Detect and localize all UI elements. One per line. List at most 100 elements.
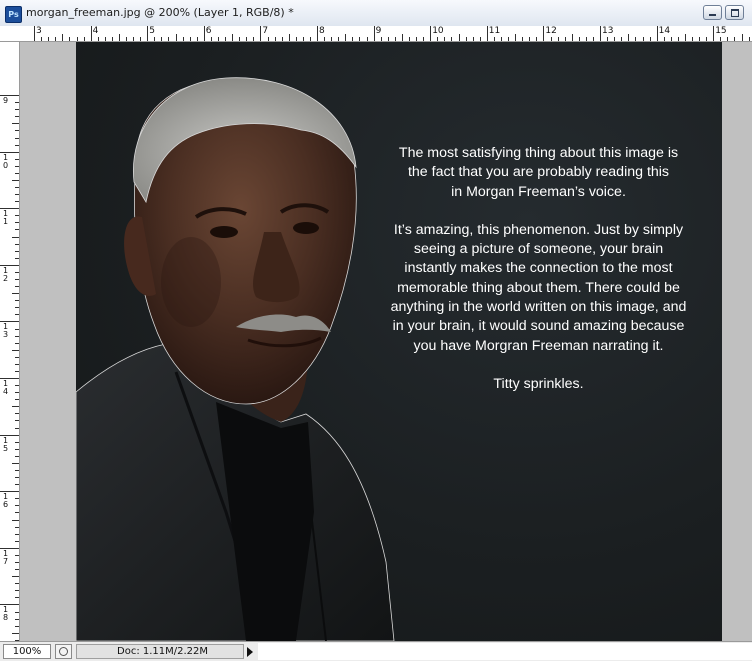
ruler-label: 12	[545, 26, 557, 36]
caption-line: anything in the world written on this im…	[390, 299, 687, 316]
horizontal-ruler[interactable]: 3 4 5 6 7 8 9 10 11 12 13 14 15	[0, 26, 752, 42]
ruler-label: 16	[3, 492, 9, 510]
ruler-tick	[48, 37, 50, 41]
ruler-tick	[69, 37, 71, 41]
ruler-tick	[309, 37, 311, 41]
ruler-label: 15	[3, 435, 9, 453]
ruler-tick	[401, 34, 403, 41]
ruler-tick	[550, 37, 552, 41]
ruler-tick	[536, 37, 538, 41]
ruler-tick	[15, 448, 19, 450]
ruler-tick	[15, 158, 19, 160]
ruler-tick	[416, 37, 418, 41]
ruler-tick	[34, 26, 35, 41]
ruler-label: 11	[488, 26, 501, 36]
ruler-tick	[458, 34, 460, 41]
minimize-icon[interactable]	[703, 5, 722, 20]
ruler-tick	[684, 34, 686, 41]
ruler-tick	[15, 229, 19, 231]
ruler-tick	[15, 130, 19, 132]
ruler-tick	[83, 37, 85, 41]
ruler-tick	[15, 109, 19, 111]
maximize-icon[interactable]	[725, 5, 744, 20]
ruler-tick	[621, 37, 623, 41]
document-size-info: Doc: 1.11M/2.22M	[76, 644, 244, 659]
ruler-tick	[727, 37, 729, 41]
ruler-tick	[175, 34, 177, 41]
ruler-label: 13	[3, 322, 9, 340]
ruler-tick	[338, 37, 340, 41]
ruler-tick	[147, 26, 149, 41]
ruler-tick	[642, 37, 644, 41]
ruler-tick	[15, 562, 19, 563]
ruler-tick	[529, 37, 531, 41]
ruler-tick	[15, 201, 19, 203]
ruler-tick	[522, 37, 524, 41]
vertical-ruler[interactable]: 9 10 11 12 13 14 15 16 17 18	[0, 42, 20, 641]
ruler-tick	[210, 37, 212, 41]
ruler-tick	[465, 37, 467, 41]
ruler-tick	[706, 37, 708, 41]
ruler-tick	[274, 37, 276, 41]
ruler-tick	[15, 625, 19, 627]
ruler-tick	[15, 590, 19, 592]
ruler-tick	[15, 335, 19, 337]
ruler-tick	[15, 611, 19, 613]
ruler-tick	[12, 236, 19, 238]
ruler-tick	[380, 37, 382, 41]
caption-line: It’s amazing, this phenomenon. Just by s…	[393, 221, 684, 238]
document-title-bar[interactable]: Ps morgan_freeman.jpg @ 200% (Layer 1, R…	[0, 0, 752, 27]
ruler-tick	[15, 455, 19, 457]
ruler-tick	[111, 37, 113, 41]
ruler-tick	[366, 37, 368, 41]
ruler-tick	[564, 37, 566, 41]
status-menu-icon[interactable]	[55, 644, 72, 659]
ruler-tick	[15, 477, 19, 479]
ruler-tick	[15, 194, 19, 196]
ruler-tick	[225, 37, 226, 41]
ruler-tick	[97, 37, 99, 41]
ruler-tick	[451, 37, 453, 41]
horizontal-scrollbar[interactable]	[258, 643, 752, 660]
ruler-tick	[692, 37, 693, 41]
ruler-tick	[15, 243, 19, 245]
ruler-tick	[607, 37, 609, 41]
ruler-tick	[15, 300, 19, 302]
ruler-label: 4	[92, 26, 99, 36]
ruler-tick	[140, 37, 142, 41]
ruler-label: 18	[3, 605, 9, 623]
caption-line: you have Morgran Freeman narrating it.	[413, 337, 664, 354]
ruler-tick	[15, 271, 19, 273]
caption-line: memorable thing about them. There could …	[397, 279, 680, 296]
ruler-tick	[486, 26, 488, 41]
ruler-tick	[15, 597, 19, 599]
ruler-tick	[15, 420, 19, 422]
status-bar: 100% Doc: 1.11M/2.22M	[0, 641, 752, 661]
ruler-tick	[189, 37, 191, 41]
ruler-tick	[600, 26, 601, 41]
ruler-tick	[133, 37, 135, 41]
zoom-level-field[interactable]: 100%	[3, 644, 51, 659]
ruler-tick	[15, 363, 19, 365]
caption-text-block: The most satisfying thing about this ima…	[361, 144, 716, 394]
ruler-tick	[670, 37, 672, 41]
document-canvas[interactable]: The most satisfying thing about this ima…	[76, 42, 722, 641]
ruler-tick	[218, 37, 219, 41]
ruler-tick	[585, 37, 587, 41]
ruler-label: 6	[205, 26, 212, 36]
status-arrow-icon[interactable]	[247, 647, 253, 657]
ruler-label: 8	[319, 26, 325, 36]
ruler-tick	[302, 37, 304, 41]
ruler-tick	[352, 37, 354, 41]
ruler-tick	[15, 526, 19, 528]
ruler-tick	[267, 37, 269, 41]
ruler-tick	[734, 37, 736, 41]
ruler-tick	[15, 583, 19, 585]
ruler-tick	[41, 37, 43, 41]
ruler-tick	[15, 498, 19, 500]
ruler-tick	[15, 533, 19, 535]
ruler-tick	[493, 37, 495, 41]
ruler-tick	[12, 179, 19, 181]
ruler-tick	[649, 37, 651, 41]
ruler-tick	[12, 462, 19, 464]
